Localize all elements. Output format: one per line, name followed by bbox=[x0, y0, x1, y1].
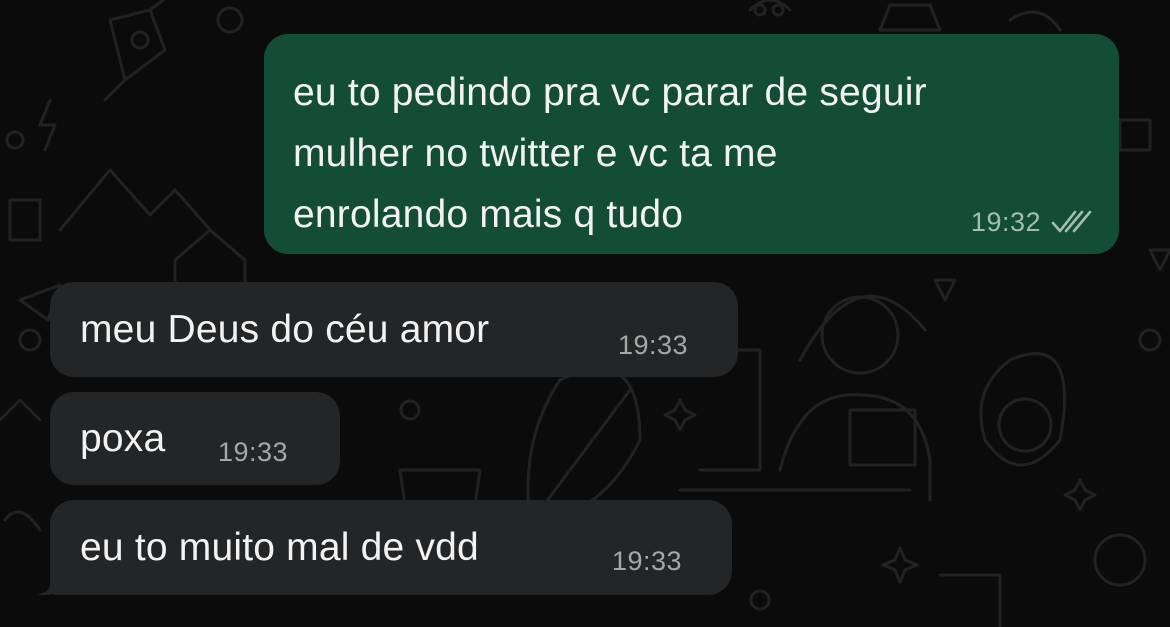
message-timestamp: 19:33 bbox=[612, 546, 683, 576]
chat-thread: eu to pedindo pra vc parar de seguir mul… bbox=[0, 0, 1170, 627]
double-check-icon bbox=[1051, 210, 1092, 233]
incoming-message-bubble[interactable]: meu Deus do céu amor 19:33 bbox=[50, 282, 738, 377]
incoming-message-bubble[interactable]: eu to muito mal de vdd 19:33 bbox=[50, 500, 732, 595]
message-text: eu to pedindo pra vc parar de seguir mul… bbox=[293, 71, 927, 236]
message-text: meu Deus do céu amor bbox=[80, 308, 490, 351]
message-timestamp: 19:33 bbox=[218, 437, 289, 467]
message-timestamp: 19:33 bbox=[618, 330, 689, 360]
incoming-message-bubble[interactable]: poxa 19:33 bbox=[50, 392, 340, 485]
bubble-tail-icon bbox=[37, 566, 63, 596]
message-text: poxa bbox=[80, 417, 166, 460]
outgoing-message-bubble[interactable]: eu to pedindo pra vc parar de seguir mul… bbox=[264, 34, 1119, 254]
message-timestamp: 19:32 bbox=[970, 207, 1041, 237]
message-text: eu to muito mal de vdd bbox=[80, 526, 479, 569]
